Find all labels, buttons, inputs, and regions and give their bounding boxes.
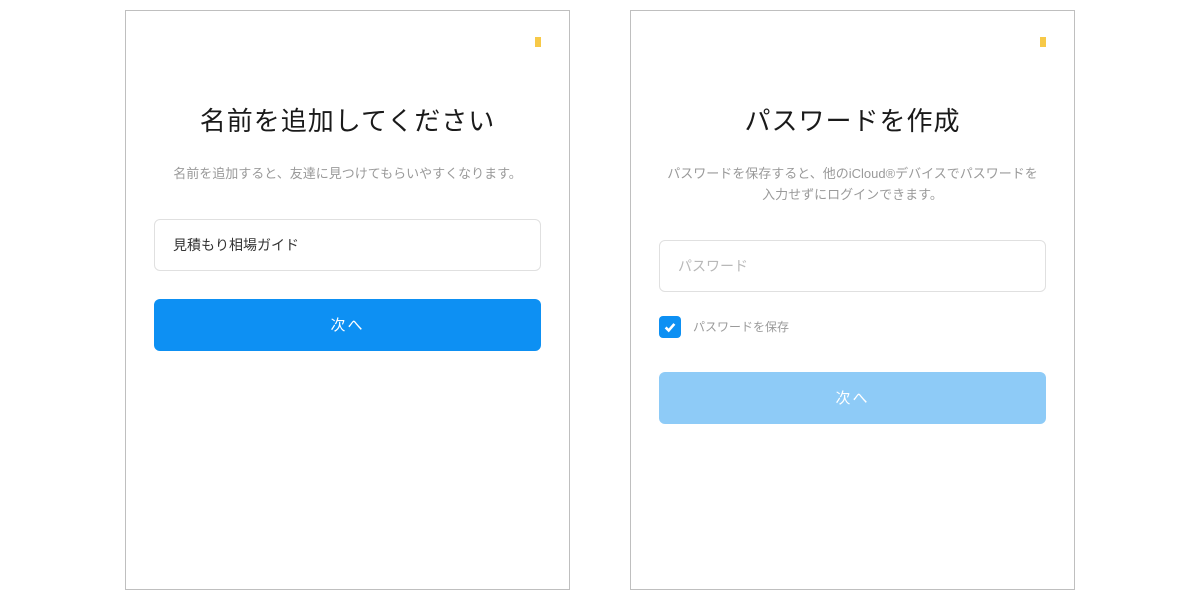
next-button[interactable]: 次へ [659, 372, 1046, 424]
save-password-row: パスワードを保存 [659, 316, 1046, 338]
add-name-title: 名前を追加してください [200, 101, 495, 138]
checkmark-icon [663, 320, 677, 334]
name-input[interactable] [154, 219, 541, 271]
next-button[interactable]: 次へ [154, 299, 541, 351]
save-password-label: パスワードを保存 [693, 318, 789, 335]
create-password-panel: パスワードを作成 パスワードを保存すると、他のiCloud®デバイスでパスワード… [630, 10, 1075, 590]
create-password-title: パスワードを作成 [744, 101, 960, 138]
add-name-panel: 名前を追加してください 名前を追加すると、友達に見つけてもらいやすくなります。 … [125, 10, 570, 590]
add-name-subtitle: 名前を追加すると、友達に見つけてもらいやすくなります。 [173, 164, 522, 185]
add-name-content: 名前を追加してください 名前を追加すると、友達に見つけてもらいやすくなります。 … [154, 11, 541, 351]
save-password-checkbox[interactable] [659, 316, 681, 338]
status-indicator-icon [1040, 37, 1046, 47]
create-password-content: パスワードを作成 パスワードを保存すると、他のiCloud®デバイスでパスワード… [659, 11, 1046, 424]
password-input[interactable] [659, 240, 1046, 292]
status-indicator-icon [535, 37, 541, 47]
create-password-subtitle: パスワードを保存すると、他のiCloud®デバイスでパスワードを入力せずにログイ… [663, 164, 1043, 206]
